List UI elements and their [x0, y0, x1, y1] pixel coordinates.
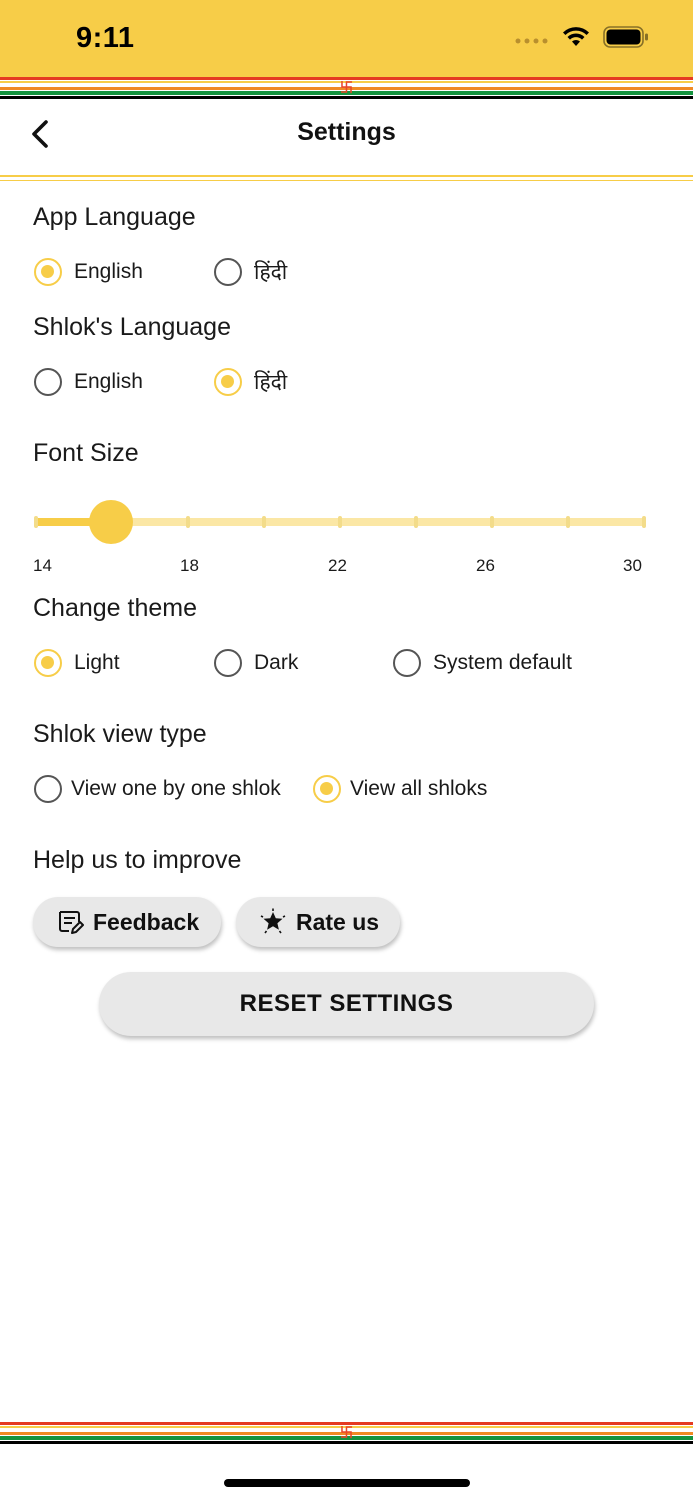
option-label: हिंदी	[254, 370, 288, 394]
cellular-signal-icon	[515, 31, 549, 49]
header-divider	[0, 175, 693, 177]
option-label: English	[74, 260, 143, 283]
status-bar: 9:11	[0, 0, 693, 78]
font-size-label-14: 14	[33, 556, 52, 575]
option-label: English	[74, 370, 143, 393]
radio-icon	[214, 649, 242, 677]
decorative-stripe-bottom: 卐	[0, 1422, 693, 1444]
radio-icon	[34, 775, 62, 803]
option-label: System default	[433, 651, 572, 674]
font-size-slider[interactable]	[30, 500, 648, 544]
theme-option-dark[interactable]: Dark	[214, 649, 298, 677]
status-icons	[515, 26, 649, 53]
font-size-label-22: 22	[328, 556, 347, 575]
slider-tick	[642, 516, 646, 528]
reset-settings-button[interactable]: RESET SETTINGS	[99, 972, 594, 1036]
feedback-icon	[55, 907, 85, 937]
feedback-button[interactable]: Feedback	[33, 897, 221, 947]
slider-tick	[34, 516, 38, 528]
app-language-title: App Language	[33, 203, 196, 231]
shlok-language-option-english[interactable]: English	[34, 368, 143, 396]
radio-icon	[313, 775, 341, 803]
wifi-icon	[561, 26, 591, 53]
header-divider-secondary	[0, 180, 693, 181]
theme-option-light[interactable]: Light	[34, 649, 120, 677]
slider-tick	[566, 516, 570, 528]
battery-icon	[603, 26, 649, 53]
slider-tick	[186, 516, 190, 528]
slider-tick	[262, 516, 266, 528]
emblem-icon: 卐	[340, 81, 354, 96]
slider-tick	[490, 516, 494, 528]
shlok-language-title: Shlok's Language	[33, 313, 231, 341]
theme-option-system-default[interactable]: System default	[393, 649, 572, 677]
status-time: 9:11	[76, 22, 135, 54]
app-language-option-english[interactable]: English	[34, 258, 143, 286]
shlok-view-title: Shlok view type	[33, 720, 207, 748]
radio-icon	[393, 649, 421, 677]
radio-icon	[34, 368, 62, 396]
app-language-option-hindi[interactable]: हिंदी	[214, 258, 287, 286]
page-title: Settings	[297, 118, 396, 146]
shlok-language-option-hindi[interactable]: हिंदी	[214, 368, 287, 396]
home-indicator[interactable]	[224, 1479, 470, 1487]
emblem-icon: 卐	[340, 1426, 354, 1441]
slider-thumb[interactable]	[88, 500, 133, 544]
slider-tick	[414, 516, 418, 528]
option-label: View all shloks	[350, 777, 488, 800]
decorative-stripe-top: 卐	[0, 77, 693, 99]
option-label: View one by one shlok	[71, 777, 281, 800]
option-label: Light	[74, 651, 120, 674]
radio-icon	[214, 258, 242, 286]
radio-icon	[214, 368, 242, 396]
shlok-view-option-all[interactable]: View all shloks	[313, 775, 487, 803]
theme-title: Change theme	[33, 594, 198, 622]
option-label: हिंदी	[254, 260, 288, 284]
help-title: Help us to improve	[33, 846, 242, 874]
radio-icon	[34, 649, 62, 677]
star-badge-icon	[258, 907, 288, 937]
font-size-label-26: 26	[476, 556, 495, 575]
font-size-label-30: 30	[623, 556, 642, 575]
slider-tick	[338, 516, 342, 528]
shlok-view-option-one-by-one[interactable]: View one by one shlok	[34, 775, 281, 803]
header: Settings	[0, 100, 693, 172]
font-size-label-18: 18	[180, 556, 199, 575]
radio-icon	[34, 258, 62, 286]
option-label: Dark	[254, 651, 299, 674]
rate-us-label: Rate us	[296, 908, 380, 935]
font-size-title: Font Size	[33, 439, 139, 467]
feedback-label: Feedback	[93, 908, 200, 935]
rate-us-button[interactable]: Rate us	[236, 897, 400, 947]
